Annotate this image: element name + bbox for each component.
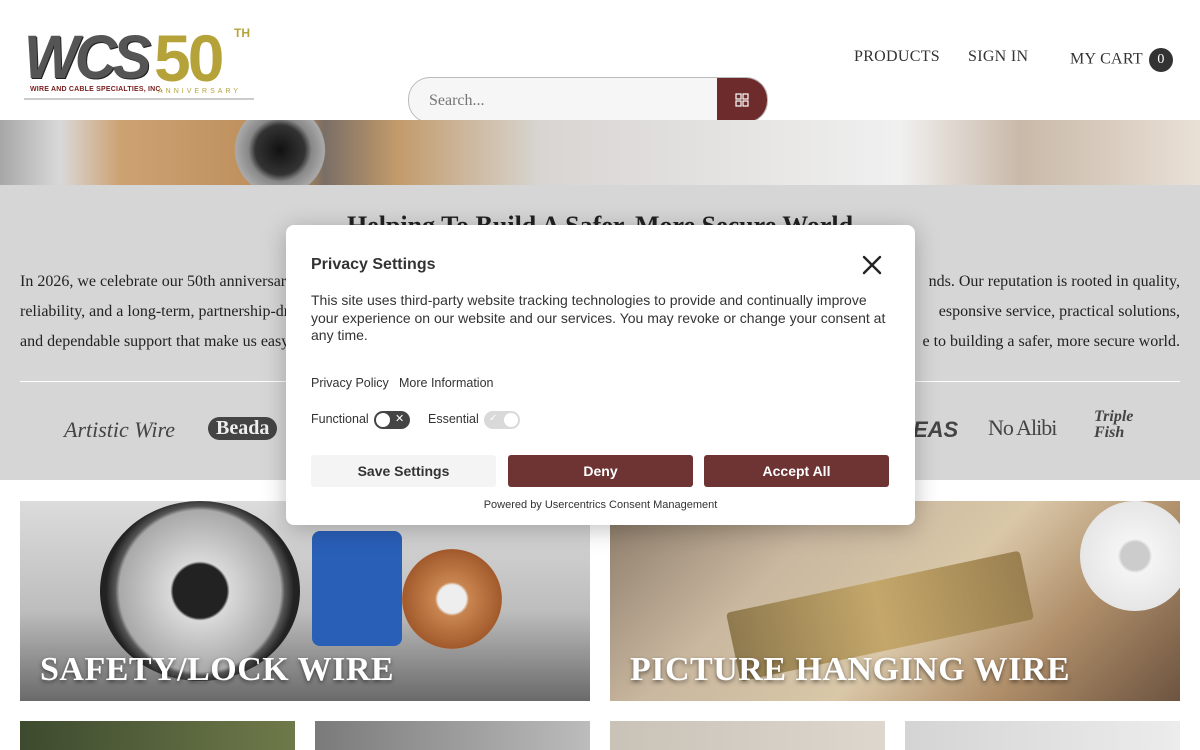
close-icon[interactable] (862, 253, 882, 279)
brand-beadalon[interactable]: Beada (208, 417, 278, 440)
tile-title-picture-hanging-wire: PICTURE HANGING WIRE (630, 651, 1071, 688)
toggle-off-icon: ✕ (395, 413, 405, 425)
softstrand-spool-graphic (1080, 501, 1180, 611)
spool-hole-graphic (210, 120, 350, 185)
cart-label: MY CART (1070, 50, 1143, 68)
toggle-knob (376, 413, 390, 427)
brand-triple-fish[interactable]: Triple Fish (1094, 409, 1154, 441)
privacy-settings-dialog: Privacy Settings This site uses third-pa… (286, 225, 915, 525)
brand-no-alibi[interactable]: No Alibi (988, 415, 1057, 441)
tile-product-6[interactable] (905, 721, 1180, 750)
nav-cart-link[interactable]: MY CART 0 (1070, 48, 1174, 72)
dialog-title: Privacy Settings (311, 256, 436, 273)
band-line-1-left: In 2026, we celebrate our 50th anniversa… (20, 273, 287, 290)
privacy-policy-link[interactable]: Privacy Policy (311, 376, 389, 390)
functional-label: Functional (311, 412, 369, 426)
toggle-knob (504, 413, 518, 427)
logo-th-text: TH (234, 26, 250, 40)
copper-spool-graphic (402, 549, 502, 649)
grid-search-icon (735, 93, 749, 107)
cart-count-badge: 0 (1149, 48, 1174, 72)
logo-rule (24, 98, 254, 100)
deny-button[interactable]: Deny (508, 455, 693, 487)
tile-picture-hanging-wire[interactable]: PICTURE HANGING WIRE (610, 501, 1180, 701)
wcs-50th-logo[interactable]: WCS 50 TH WIRE AND CABLE SPECIALTIES, IN… (24, 21, 254, 102)
search-input[interactable] (427, 78, 711, 122)
more-information-link[interactable]: More Information (399, 376, 493, 390)
hero-banner-image (0, 120, 1200, 185)
functional-toggle[interactable]: ✕ (374, 411, 410, 429)
logo-company-text: WIRE AND CABLE SPECIALTIES, INC. (30, 86, 163, 93)
nav-sign-in-link[interactable]: SIGN IN (968, 48, 1028, 66)
site-header: WCS 50 TH WIRE AND CABLE SPECIALTIES, IN… (0, 0, 1200, 123)
brand-eas[interactable]: EAS (913, 417, 958, 443)
logo-wcs-text: WCS (24, 23, 151, 92)
essential-label: Essential (428, 412, 479, 426)
powered-by-text: Powered by Usercentrics Consent Manageme… (483, 499, 718, 511)
toggle-check-icon: ✓ (489, 413, 498, 424)
logo-fifty-text: 50 (154, 21, 224, 95)
save-settings-button[interactable]: Save Settings (311, 455, 496, 487)
search-button[interactable] (717, 78, 767, 122)
band-line-3-left: and dependable support that make us easy (20, 333, 290, 350)
band-line-2-left: reliability, and a long-term, partnershi… (20, 303, 290, 320)
blue-spool-graphic (312, 531, 402, 646)
nav-products-link[interactable]: PRODUCTS (854, 48, 940, 66)
accept-all-button[interactable]: Accept All (704, 455, 889, 487)
dialog-description: This site uses third-party website track… (311, 292, 886, 343)
tile-title-safety-lock-wire: SAFETY/LOCK WIRE (40, 651, 395, 688)
tile-product-3[interactable] (20, 721, 295, 750)
tile-product-4[interactable] (315, 721, 590, 750)
essential-toggle: ✓ (484, 411, 520, 429)
brand-artistic-wire[interactable]: Artistic Wire (64, 417, 175, 443)
search-bar (408, 77, 768, 123)
band-line-2-right: esponsive service, practical solutions, (938, 303, 1180, 320)
tile-safety-lock-wire[interactable]: SAFETY/LOCK WIRE (20, 501, 590, 701)
tile-product-5[interactable] (610, 721, 885, 750)
band-line-1-right: nds. Our reputation is rooted in quality… (928, 273, 1180, 290)
band-line-3-right: e to building a safer, more secure world… (922, 333, 1181, 350)
logo-anniversary-text: ANNIVERSARY (158, 88, 242, 95)
